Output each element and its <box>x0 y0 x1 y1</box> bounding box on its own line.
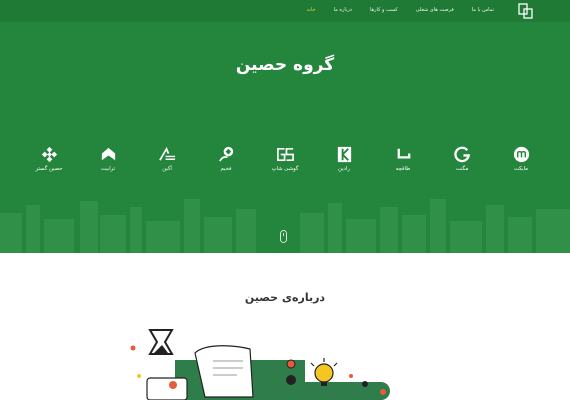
brand-label: طاقچه <box>395 166 411 172</box>
top-navbar: خانه درباره ما کسب و کارها فرصت های شغلی… <box>0 0 570 22</box>
nav-contact[interactable]: تماس با ما <box>472 7 494 13</box>
hasin-logo-icon[interactable] <box>518 3 534 19</box>
radin-icon <box>337 146 351 163</box>
scroll-down-icon[interactable] <box>280 230 287 243</box>
brand-label: آکین <box>162 166 172 172</box>
city-skyline-decoration <box>0 199 570 253</box>
gooshishop-icon <box>276 147 294 162</box>
brand-akin[interactable]: آکین <box>142 145 192 172</box>
brand-torabit[interactable]: ترابیت <box>83 145 133 172</box>
brand-hasin-gostar[interactable]: حصین گستر <box>24 145 74 172</box>
about-illustration <box>130 329 390 400</box>
brand-fakhim[interactable]: فخیم <box>201 145 251 172</box>
brand-list: مایکت مگنت طاقچه رادین گوشی شاپ فخیم آکی… <box>24 145 546 172</box>
hero-section: خانه درباره ما کسب و کارها فرصت های شغلی… <box>0 0 570 253</box>
nav-home[interactable]: خانه <box>307 7 316 13</box>
nav-careers[interactable]: فرصت های شغلی <box>416 7 454 13</box>
taaghche-icon <box>397 148 410 159</box>
fakhim-icon <box>218 146 233 162</box>
magnet-icon <box>453 146 470 163</box>
nav-about[interactable]: درباره ما <box>334 7 352 13</box>
brand-label: مایکت <box>513 166 529 172</box>
brand-gooshishop[interactable]: گوشی شاپ <box>260 145 310 172</box>
page-title: گروه حصین <box>235 55 335 75</box>
hasin-gostar-icon <box>41 146 57 163</box>
nav-businesses[interactable]: کسب و کارها <box>370 7 398 13</box>
brand-label: رادین <box>338 166 350 172</box>
brand-label: گوشی شاپ <box>271 166 299 172</box>
about-section-title: درباره‌ی حصین <box>244 291 326 304</box>
torabit-icon <box>101 147 115 161</box>
brand-label: مگنت <box>455 166 469 172</box>
akin-icon <box>158 146 175 161</box>
brand-label: حصین گستر <box>35 166 63 172</box>
myket-icon <box>513 146 529 163</box>
brand-taaghche[interactable]: طاقچه <box>378 145 428 172</box>
brand-magnet[interactable]: مگنت <box>437 145 487 172</box>
brand-label: ترابیت <box>100 166 116 172</box>
brand-label: فخیم <box>220 166 232 172</box>
brand-myket[interactable]: مایکت <box>496 145 546 172</box>
main-menu: خانه درباره ما کسب و کارها فرصت های شغلی… <box>307 0 494 20</box>
brand-radin[interactable]: رادین <box>319 145 369 172</box>
